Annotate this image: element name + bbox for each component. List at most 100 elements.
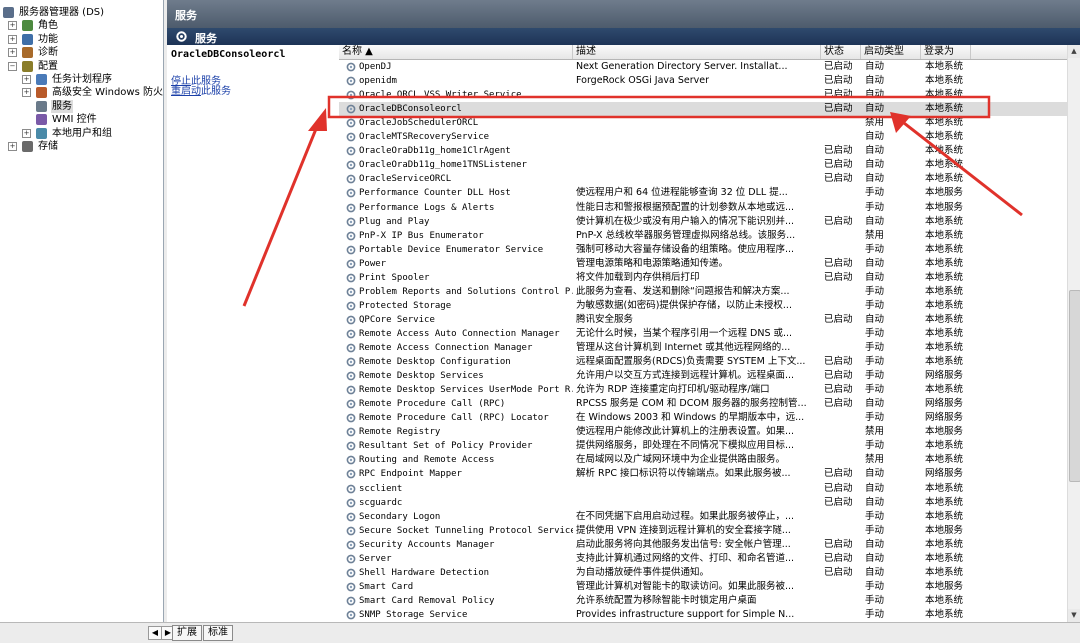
column-header-description[interactable]: 描述 (573, 45, 821, 59)
expand-icon[interactable]: + (8, 21, 17, 31)
service-startup-type-cell: 自动 (865, 482, 885, 494)
tree-item[interactable]: + 本地用户和组 (0, 127, 163, 140)
table-row[interactable]: SNMP Storage Service Provides infrastruct… (339, 608, 1067, 622)
wmi-icon (36, 114, 47, 126)
service-startup-type-cell: 自动 (865, 61, 885, 72)
restart-service-link[interactable]: 重启动 (171, 86, 201, 97)
table-row[interactable]: QPCore Service 腾讯安全服务 已启动 自动 本地系统 (339, 313, 1067, 327)
table-row[interactable]: Smart Card Removal Policy 允许系统配置为移除智能卡时锁定… (339, 594, 1067, 608)
service-logon-cell: 本地系统 (925, 538, 964, 550)
service-startup-type-cell: 自动 (865, 566, 885, 578)
scroll-up-icon[interactable]: ▲ (1068, 45, 1080, 58)
table-row[interactable]: OracleDBConsoleorcl 已启动 自动 本地系统 (339, 102, 1067, 117)
table-row[interactable]: Shell Hardware Detection 为自动播放硬件事件提供通知。 已启… (339, 566, 1067, 580)
table-row[interactable]: Remote Procedure Call (RPC) RPCSS 服务是 COM… (339, 397, 1067, 411)
tree-item-label: 本地用户和组 (52, 127, 112, 139)
service-description-cell: 在 Windows 2003 和 Windows 的早期版本中，远... (576, 412, 805, 424)
service-logon-cell: 本地系统 (925, 496, 964, 508)
service-startup-type-cell: 手动 (865, 524, 885, 536)
service-name-cell: OracleMTSRecoveryService (359, 132, 490, 143)
table-row[interactable]: Remote Desktop Services 允许用户以交互方式连接到远程计算机… (339, 369, 1067, 383)
column-header-startup-type[interactable]: 启动类型 (861, 45, 921, 59)
service-logon-cell: 本地系统 (925, 384, 964, 396)
table-row[interactable]: Secure Socket Tunneling Protocol Service… (339, 524, 1067, 538)
table-row[interactable]: Remote Desktop Services UserMode Port R.… (339, 383, 1067, 397)
tree-item[interactable]: + 高级安全 Windows 防火墙 (0, 86, 163, 99)
service-gear-icon (346, 287, 356, 297)
table-row[interactable]: Security Accounts Manager 启动此服务将向其他服务发出信号… (339, 538, 1067, 552)
table-row[interactable]: Performance Logs & Alerts 性能日志和警报根据预配置的计划… (339, 201, 1067, 215)
table-row[interactable]: Routing and Remote Access 在局域网以及广域网环境中为企业… (339, 453, 1067, 467)
table-row[interactable]: Performance Counter DLL Host 使远程用户和 64 位进… (339, 186, 1067, 200)
table-row[interactable]: Portable Device Enumerator Service 强制可移动大… (339, 243, 1067, 257)
table-row[interactable]: Remote Access Auto Connection Manager 无论什… (339, 327, 1067, 341)
service-description-cell: 强制可移动大容量存储设备的组策略。使应用程序... (576, 243, 795, 255)
table-row[interactable]: Protected Storage 为敏感数据(如密码)提供保护存储，以防止未授权… (339, 299, 1067, 313)
table-row[interactable]: scclient 已启动 自动 本地系统 (339, 482, 1067, 496)
table-row[interactable]: Secondary Logon 在不同凭据下启用启动过程。如果此服务被停止，...… (339, 510, 1067, 524)
table-row[interactable]: Print Spooler 将文件加载到内存供稍后打印 已启动 自动 本地系统 (339, 271, 1067, 285)
tab-standard[interactable]: 标准 (203, 625, 233, 641)
table-row[interactable]: OpenDJ Next Generation Directory Server. … (339, 60, 1067, 74)
table-row[interactable]: Server 支持此计算机通过网络的文件、打印、和命名管道... 已启动 自动 本地系统 (339, 552, 1067, 566)
table-row[interactable]: OracleServiceORCL 已启动 自动 本地系统 (339, 172, 1067, 186)
expand-icon[interactable]: + (8, 48, 17, 58)
expand-icon[interactable]: + (8, 34, 17, 44)
service-gear-icon (346, 160, 356, 170)
tree-item[interactable]: + 诊断 (0, 46, 163, 59)
tab-scroll-left-icon[interactable]: ◀ (148, 626, 162, 640)
service-gear-icon (346, 273, 356, 283)
expand-icon[interactable]: + (22, 75, 31, 84)
table-row[interactable]: Remote Registry 使远程用户能修改此计算机上的注册表设置。如果...… (339, 425, 1067, 439)
service-status-cell: 已启动 (824, 145, 853, 157)
tab-extended[interactable]: 扩展 (172, 625, 202, 641)
table-row[interactable]: OracleJobSchedulerORCL 禁用 本地系统 (339, 116, 1067, 130)
table-row[interactable]: scguardc 已启动 自动 本地系统 (339, 496, 1067, 510)
table-row[interactable]: Remote Procedure Call (RPC) Locator 在 Win… (339, 411, 1067, 425)
table-row[interactable]: OracleOraDb11g_home1ClrAgent 已启动 自动 本地系统 (339, 144, 1067, 158)
collapse-icon[interactable]: − (8, 61, 17, 71)
tree-item[interactable]: − 配置 (0, 60, 163, 73)
tree-item[interactable]: WMI 控件 (0, 113, 163, 126)
table-row[interactable]: Power 管理电源策略和电源策略通知传递。 已启动 自动 本地系统 (339, 257, 1067, 271)
tree-item[interactable]: + 角色 (0, 19, 163, 32)
table-row[interactable]: PnP-X IP Bus Enumerator PnP-X 总线枚举器服务管理虚拟… (339, 229, 1067, 243)
service-startup-type-cell: 自动 (865, 398, 885, 410)
table-row[interactable]: OracleOraDb11g_home1TNSListener 已启动 自动 本地系统 (339, 158, 1067, 172)
service-status-cell: 已启动 (824, 384, 853, 396)
vertical-scrollbar[interactable]: ▲ ▼ (1067, 45, 1080, 622)
column-header-name[interactable]: 名称 ▲ (339, 45, 573, 59)
column-header-logon-as[interactable]: 登录为 (921, 45, 971, 59)
service-description-cell: 解析 RPC 接口标识符以传输端点。如果此服务被... (576, 468, 791, 480)
table-row[interactable]: Oracle ORCL VSS Writer Service 已启动 自动 本地系统 (339, 88, 1067, 102)
expand-icon[interactable]: + (22, 128, 31, 138)
expand-icon[interactable]: + (8, 142, 17, 151)
tree-item[interactable]: + 存储 (0, 140, 163, 153)
table-row[interactable]: Remote Desktop Configuration 远程桌面配置服务(RDC… (339, 355, 1067, 369)
table-row[interactable]: Smart Card 管理此计算机对智能卡的取读访问。如果此服务被... 手动 本地服… (339, 580, 1067, 594)
table-row[interactable]: Remote Access Connection Manager 管理从这台计算机… (339, 341, 1067, 355)
expand-icon[interactable]: + (22, 88, 31, 98)
service-startup-type-cell: 自动 (865, 257, 885, 269)
tree-item-label: 配置 (38, 60, 58, 72)
service-startup-type-cell: 手动 (865, 580, 885, 592)
table-row[interactable]: openidm ForgeRock OSGi Java Server 已启动 自动 本地… (339, 74, 1067, 88)
tree-item-label: 功能 (38, 33, 58, 45)
table-row[interactable]: Resultant Set of Policy Provider 提供网络服务，即… (339, 439, 1067, 453)
service-startup-type-cell: 禁用 (865, 426, 885, 438)
service-logon-cell: 本地系统 (925, 173, 964, 185)
table-row[interactable]: Plug and Play 使计算机在极少或没有用户输入的情况下能识别并... 已启… (339, 215, 1067, 229)
column-header-status[interactable]: 状态 (821, 45, 861, 59)
tree-item[interactable]: + 任务计划程序 (0, 73, 163, 86)
tree-item[interactable]: 服务 (0, 99, 163, 113)
table-row[interactable]: OracleMTSRecoveryService 自动 本地系统 (339, 130, 1067, 144)
tree-item[interactable]: 服务器管理器 (DS) (0, 6, 163, 19)
table-row[interactable]: Problem Reports and Solutions Control P.… (339, 285, 1067, 299)
service-name-cell: OracleDBConsoleorcl (359, 104, 462, 115)
scroll-thumb[interactable] (1069, 290, 1080, 482)
scroll-down-icon[interactable]: ▼ (1068, 609, 1080, 622)
service-name-cell: Remote Desktop Services UserMode Port R.… (359, 385, 573, 396)
table-row[interactable]: RPC Endpoint Mapper 解析 RPC 接口标识符以传输端点。如果此… (339, 467, 1067, 481)
tree-item[interactable]: + 功能 (0, 33, 163, 46)
service-description-cell: 启动此服务将向其他服务发出信号: 安全帐户管理... (576, 538, 791, 550)
